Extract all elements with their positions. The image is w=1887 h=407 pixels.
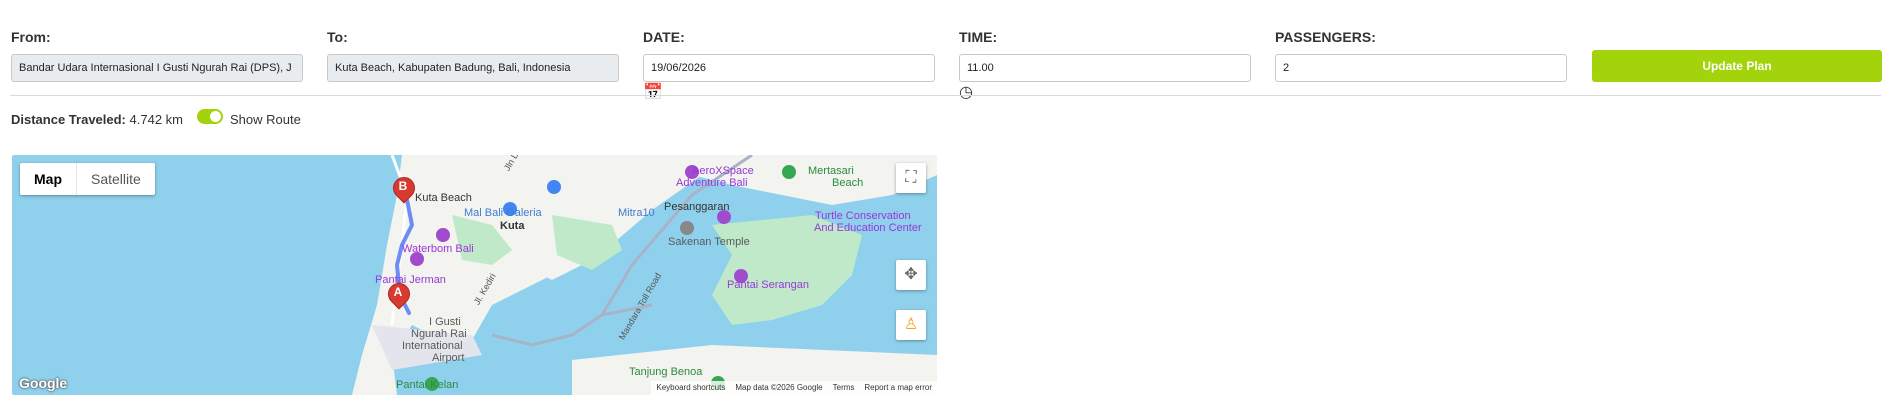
label-waterbom: Waterbom Bali (402, 243, 474, 255)
label-mal-bali-galeria: Mal Bali Galeria (464, 207, 542, 219)
label-turtle-2: And Education Center (814, 222, 922, 234)
date-label: DATE: (643, 29, 685, 45)
show-route-toggle[interactable] (197, 109, 223, 124)
label-kuta-beach: Kuta Beach (415, 192, 472, 204)
sakenan-poi-icon[interactable] (680, 221, 694, 235)
label-mertasari-1: Mertasari (808, 165, 854, 177)
google-logo: Google (19, 375, 68, 391)
to-field-group: To: Kuta Beach, Kabupaten Badung, Bali, … (327, 28, 619, 82)
from-label: From: (11, 29, 51, 45)
time-field-group: TIME: 11.00 ◷ (959, 28, 1251, 102)
camera-control-icon[interactable]: ✥ (896, 260, 926, 290)
label-mertasari-2: Beach (832, 177, 864, 189)
passengers-input[interactable]: 2 (1275, 54, 1567, 82)
label-mitra10: Mitra10 (618, 207, 655, 219)
street-view-pegman-icon[interactable]: ♙ (896, 310, 926, 340)
label-kuta: Kuta (500, 220, 525, 232)
map-type-map[interactable]: Map (20, 163, 77, 195)
label-airport-4: Airport (432, 352, 465, 364)
to-input[interactable]: Kuta Beach, Kabupaten Badung, Bali, Indo… (327, 54, 619, 82)
mertasari-poi-icon[interactable] (782, 165, 796, 179)
time-input[interactable]: 11.00 (959, 54, 1251, 82)
label-pantai-serangan: Pantai Serangan (727, 279, 809, 291)
distance-label: Distance Traveled: (11, 112, 126, 127)
label-sakenan: Sakenan Temple (668, 236, 750, 248)
to-label: To: (327, 29, 348, 45)
label-airport-1: I Gusti (429, 316, 461, 328)
report-error-link[interactable]: Report a map error (859, 381, 937, 395)
clock-icon[interactable]: ◷ (959, 84, 973, 101)
show-route-label: Show Route (230, 112, 301, 127)
distance-value: 4.742 km (129, 112, 183, 127)
waterbom-poi-icon[interactable] (436, 228, 450, 242)
map-data-text: Map data ©2026 Google (735, 383, 823, 392)
label-turtle-1: Turtle Conservation (815, 210, 911, 222)
fullscreen-icon[interactable]: ⛶ (896, 163, 926, 193)
from-field-group: From: Bandar Udara Internasional I Gusti… (11, 28, 303, 82)
label-pantai-kelan: Pantai Kelan (396, 379, 459, 391)
label-pesanggaran: Pesanggaran (664, 201, 730, 213)
update-plan-button[interactable]: Update Plan (1592, 50, 1882, 82)
passengers-label: PASSENGERS: (1275, 29, 1376, 45)
label-aeroxspace-1: AeroXSpace (692, 165, 754, 177)
date-input[interactable]: 19/06/2026 (643, 54, 935, 82)
passengers-field-group: PASSENGERS: 2 (1275, 28, 1567, 82)
time-label: TIME: (959, 29, 998, 45)
date-field-group: DATE: 19/06/2026 📅 (643, 28, 935, 102)
divider (10, 95, 1881, 96)
mitra10-poi-icon[interactable] (547, 180, 561, 194)
calendar-icon[interactable]: 📅 (643, 84, 663, 101)
toggle-knob (210, 111, 221, 122)
label-aeroxspace-2: Adventure Bali (676, 177, 748, 189)
map-type-satellite[interactable]: Satellite (77, 163, 155, 195)
distance-row: Distance Traveled: 4.742 km (11, 111, 183, 129)
marker-b-label: B (398, 179, 408, 193)
label-pantai-jerman: Pantai Jerman (375, 274, 446, 286)
map-view[interactable]: Map Satellite ⛶ ✥ ♙ B A Kuta Beach Mal B… (12, 155, 937, 395)
map-type-control: Map Satellite (20, 163, 155, 195)
terms-link[interactable]: Terms (828, 381, 860, 395)
label-tanjung-benoa: Tanjung Benoa (629, 366, 703, 378)
from-input[interactable]: Bandar Udara Internasional I Gusti Ngura… (11, 54, 303, 82)
label-airport-2: Ngurah Rai (411, 328, 467, 340)
keyboard-shortcuts-link[interactable]: Keyboard shortcuts (651, 381, 730, 395)
label-airport-3: International (402, 340, 463, 352)
map-footer: Keyboard shortcuts Map data ©2026 Google… (651, 381, 937, 395)
